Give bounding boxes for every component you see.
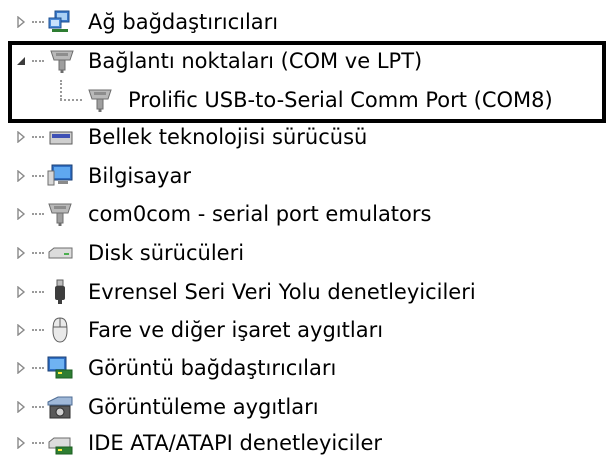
tree-node-label: Fare ve diğer işaret aygıtları	[88, 318, 384, 342]
expand-arrow-icon[interactable]	[12, 349, 30, 387]
tree-node-ports-com-lpt[interactable]: Bağlantı noktaları (COM ve LPT)	[0, 42, 612, 80]
computer-icon	[46, 163, 74, 189]
tree-node-label: Görüntüleme aygıtları	[88, 395, 319, 419]
tree-node-memory-technology[interactable]: Bellek teknolojisi sürücüsü	[0, 118, 612, 156]
tree-node-display-adapters[interactable]: Görüntü bağdaştırıcıları	[0, 349, 612, 387]
tree-node-label: Görüntü bağdaştırıcıları	[88, 356, 337, 380]
tree-node-label: Evrensel Seri Veri Yolu denetleyicileri	[88, 280, 476, 304]
tree-connector-line	[32, 329, 44, 331]
memory-device-icon	[46, 124, 74, 150]
collapse-arrow-icon[interactable]	[12, 42, 30, 80]
tree-node-disk-drives[interactable]: Disk sürücüleri	[0, 234, 612, 272]
device-manager-tree: Ağ bağdaştırıcıları Bağlantı noktaları (…	[0, 0, 612, 461]
expand-arrow-icon[interactable]	[12, 388, 30, 426]
tree-node-imaging-devices[interactable]: Görüntüleme aygıtları	[0, 388, 612, 426]
expand-arrow-icon[interactable]	[12, 195, 30, 233]
tree-node-label: com0com - serial port emulators	[88, 202, 432, 226]
tree-connector-line	[32, 406, 44, 408]
port-connector-icon	[86, 87, 114, 113]
network-adapter-icon	[46, 9, 74, 35]
tree-node-usb-controllers[interactable]: Evrensel Seri Veri Yolu denetleyicileri	[0, 273, 612, 311]
tree-connector-line	[32, 21, 44, 23]
tree-connector-line	[32, 213, 44, 215]
usb-plug-icon	[46, 279, 74, 305]
tree-connector-line	[32, 136, 44, 138]
imaging-device-icon	[46, 394, 74, 420]
port-connector-icon	[48, 48, 76, 74]
tree-node-prolific-com8[interactable]: Prolific USB-to-Serial Comm Port (COM8)	[0, 81, 612, 119]
tree-node-label: Ağ bağdaştırıcıları	[88, 10, 279, 34]
mouse-icon	[46, 317, 74, 343]
expand-arrow-icon[interactable]	[12, 3, 30, 41]
tree-connector-line	[32, 442, 44, 444]
disk-drive-icon	[46, 240, 74, 266]
expand-arrow-icon[interactable]	[12, 311, 30, 349]
tree-node-com0com[interactable]: com0com - serial port emulators	[0, 195, 612, 233]
expand-arrow-icon[interactable]	[12, 118, 30, 156]
tree-node-label: Bilgisayar	[88, 164, 191, 188]
port-connector-icon	[46, 201, 74, 227]
tree-node-label: Prolific USB-to-Serial Comm Port (COM8)	[128, 88, 553, 112]
expand-arrow-icon[interactable]	[12, 273, 30, 311]
expand-arrow-icon[interactable]	[12, 234, 30, 272]
display-adapter-icon	[46, 355, 74, 381]
tree-node-label: Bellek teknolojisi sürücüsü	[88, 125, 368, 149]
tree-connector-line	[32, 367, 44, 369]
tree-node-mice-pointing[interactable]: Fare ve diğer işaret aygıtları	[0, 311, 612, 349]
tree-connector-line	[32, 60, 44, 62]
tree-node-network-adapters[interactable]: Ağ bağdaştırıcıları	[0, 3, 612, 41]
tree-connector-line	[32, 291, 44, 293]
expand-arrow-icon[interactable]	[12, 424, 30, 462]
tree-node-computer[interactable]: Bilgisayar	[0, 157, 612, 195]
ide-controller-icon	[46, 430, 74, 456]
tree-node-label: Disk sürücüleri	[88, 241, 245, 265]
tree-connector-line	[60, 99, 82, 101]
tree-node-label: IDE ATA/ATAPI denetleyiciler	[88, 431, 383, 455]
tree-node-ide-ata-controllers[interactable]: IDE ATA/ATAPI denetleyiciler	[0, 424, 612, 462]
tree-connector-line	[32, 175, 44, 177]
tree-connector-line	[32, 252, 44, 254]
expand-arrow-icon[interactable]	[12, 157, 30, 195]
tree-node-label: Bağlantı noktaları (COM ve LPT)	[88, 49, 423, 73]
